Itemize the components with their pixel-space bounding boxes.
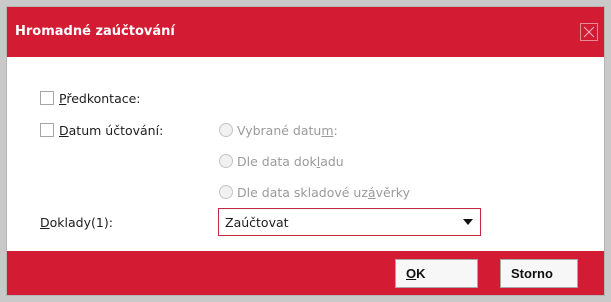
close-button[interactable]	[580, 23, 598, 41]
radio-vybrane-datum[interactable]	[219, 123, 233, 137]
dialog-titlebar: Hromadné zaúčtování	[7, 7, 604, 57]
datum-uctovani-label: Datum účtování:	[59, 123, 164, 138]
close-icon	[583, 26, 595, 38]
bulk-posting-dialog: Hromadné zaúčtování Předkontace: Datum ú…	[6, 6, 605, 296]
chevron-down-icon[interactable]	[463, 219, 473, 225]
radio-dle-data-dokladu[interactable]	[219, 154, 233, 168]
predkontace-label: Předkontace:	[59, 91, 141, 106]
radio-vybrane-datum-label: Vybrané datum:	[237, 123, 338, 138]
radio-dle-data-dokladu-label: Dle data dokladu	[237, 154, 344, 169]
doklady-select-value: Zaúčtovat	[225, 215, 289, 230]
datum-uctovani-checkbox[interactable]	[40, 123, 54, 137]
dialog-footer: OK Storno	[7, 251, 604, 295]
doklady-select[interactable]: Zaúčtovat	[218, 208, 481, 236]
storno-button[interactable]: Storno	[500, 259, 578, 288]
predkontace-checkbox[interactable]	[40, 91, 54, 105]
radio-dle-data-skladove-uzaverky[interactable]	[219, 185, 233, 199]
dialog-title: Hromadné zaúčtování	[15, 24, 175, 39]
doklady-label: Doklady(1):	[40, 215, 113, 230]
radio-dle-data-skladove-uzaverky-label: Dle data skladové uzávěrky	[237, 185, 410, 200]
ok-button[interactable]: OK	[395, 259, 478, 288]
